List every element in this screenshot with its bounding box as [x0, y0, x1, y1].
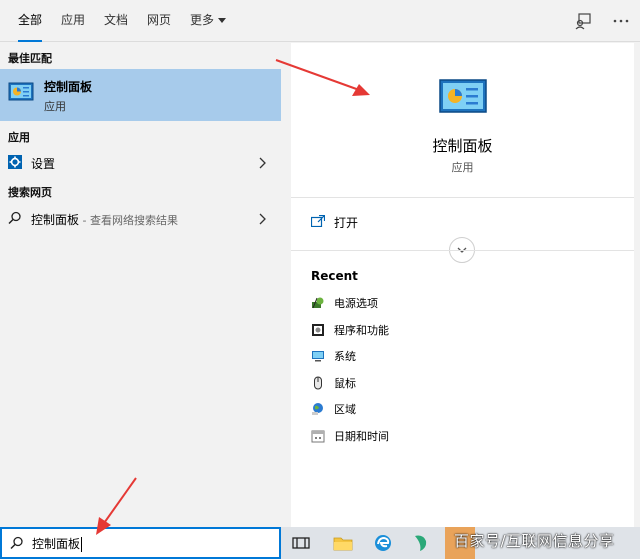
- tab-web[interactable]: 网页: [147, 0, 171, 42]
- task-view-icon[interactable]: [291, 533, 311, 553]
- recent-label: 系统: [334, 350, 356, 363]
- preview-pane: 控制面板 应用 打开 Recent 电源选项 程序和功能 系统 鼠标 区域 日期…: [291, 43, 634, 527]
- divider: [291, 250, 634, 251]
- control-panel-icon: [439, 79, 487, 113]
- power-options-icon: [312, 297, 324, 309]
- search-box[interactable]: 控制面板: [0, 527, 281, 559]
- tab-apps[interactable]: 应用: [61, 0, 85, 42]
- open-action[interactable]: 打开: [334, 214, 358, 231]
- mouse-icon: [314, 376, 322, 390]
- tab-more-label: 更多: [190, 13, 215, 27]
- chevron-right-icon[interactable]: [257, 157, 267, 169]
- apps-header: 应用: [8, 131, 30, 144]
- recent-item[interactable]: 鼠标: [311, 373, 611, 393]
- search-tab-bar: 全部 应用 文档 网页 更多: [0, 0, 640, 42]
- tab-all[interactable]: 全部: [18, 0, 43, 42]
- recent-item[interactable]: 电源选项: [311, 293, 611, 313]
- recent-item[interactable]: 日期和时间: [311, 426, 611, 446]
- recent-item[interactable]: 区域: [311, 399, 611, 419]
- recent-label: 电源选项: [334, 297, 378, 310]
- search-icon: [8, 211, 21, 225]
- recent-label: 鼠标: [334, 377, 356, 390]
- feedback-icon[interactable]: [574, 12, 592, 30]
- more-options-icon[interactable]: [612, 12, 630, 30]
- system-icon: [312, 351, 324, 362]
- result-web-search[interactable]: 控制面板 - 查看网络搜索结果: [0, 206, 281, 232]
- web-search-header: 搜索网页: [8, 186, 52, 199]
- recent-header: Recent: [311, 269, 358, 283]
- programs-icon: [312, 324, 324, 336]
- divider: [291, 197, 634, 198]
- search-input[interactable]: 控制面板: [32, 535, 83, 552]
- recent-item[interactable]: 系统: [311, 346, 611, 366]
- recent-label: 日期和时间: [334, 430, 389, 443]
- results-panel: 最佳匹配 控制面板 应用 应用 设置 搜索网页 控制面板 - 查看网络搜索结果: [0, 43, 281, 527]
- best-match-type: 应用: [44, 100, 66, 113]
- web-search-hint: - 查看网络搜索结果: [79, 214, 178, 227]
- best-match-result[interactable]: 控制面板 应用: [0, 69, 281, 121]
- recent-label: 区域: [334, 403, 356, 416]
- result-settings[interactable]: 设置: [0, 150, 281, 176]
- preview-title: 控制面板: [432, 137, 493, 155]
- tab-documents[interactable]: 文档: [104, 0, 128, 42]
- best-match-title: 控制面板: [44, 80, 93, 94]
- date-time-icon: [311, 430, 325, 443]
- watermark-text: 百家号/互联网信息分享: [454, 532, 615, 550]
- edge-browser-icon[interactable]: [373, 533, 393, 553]
- search-icon: [10, 536, 23, 550]
- preview-type: 应用: [451, 161, 474, 174]
- web-search-query: 控制面板: [31, 213, 80, 227]
- chevron-down-icon: [457, 247, 467, 253]
- search-query: 控制面板: [32, 537, 81, 551]
- app-icon[interactable]: [411, 533, 431, 553]
- tab-more[interactable]: 更多: [190, 0, 227, 42]
- gear-icon: [8, 155, 22, 169]
- region-icon: [312, 403, 323, 415]
- recent-label: 程序和功能: [334, 324, 389, 337]
- chevron-right-icon[interactable]: [257, 213, 267, 225]
- chevron-down-icon: [218, 18, 227, 23]
- recent-item[interactable]: 程序和功能: [311, 320, 611, 340]
- text-cursor: [81, 537, 83, 552]
- settings-label: 设置: [31, 157, 56, 171]
- best-match-header: 最佳匹配: [8, 52, 52, 65]
- open-icon: [311, 215, 325, 227]
- control-panel-icon: [8, 82, 34, 101]
- web-search-label: 控制面板 - 查看网络搜索结果: [31, 211, 178, 228]
- file-explorer-icon[interactable]: [333, 533, 353, 553]
